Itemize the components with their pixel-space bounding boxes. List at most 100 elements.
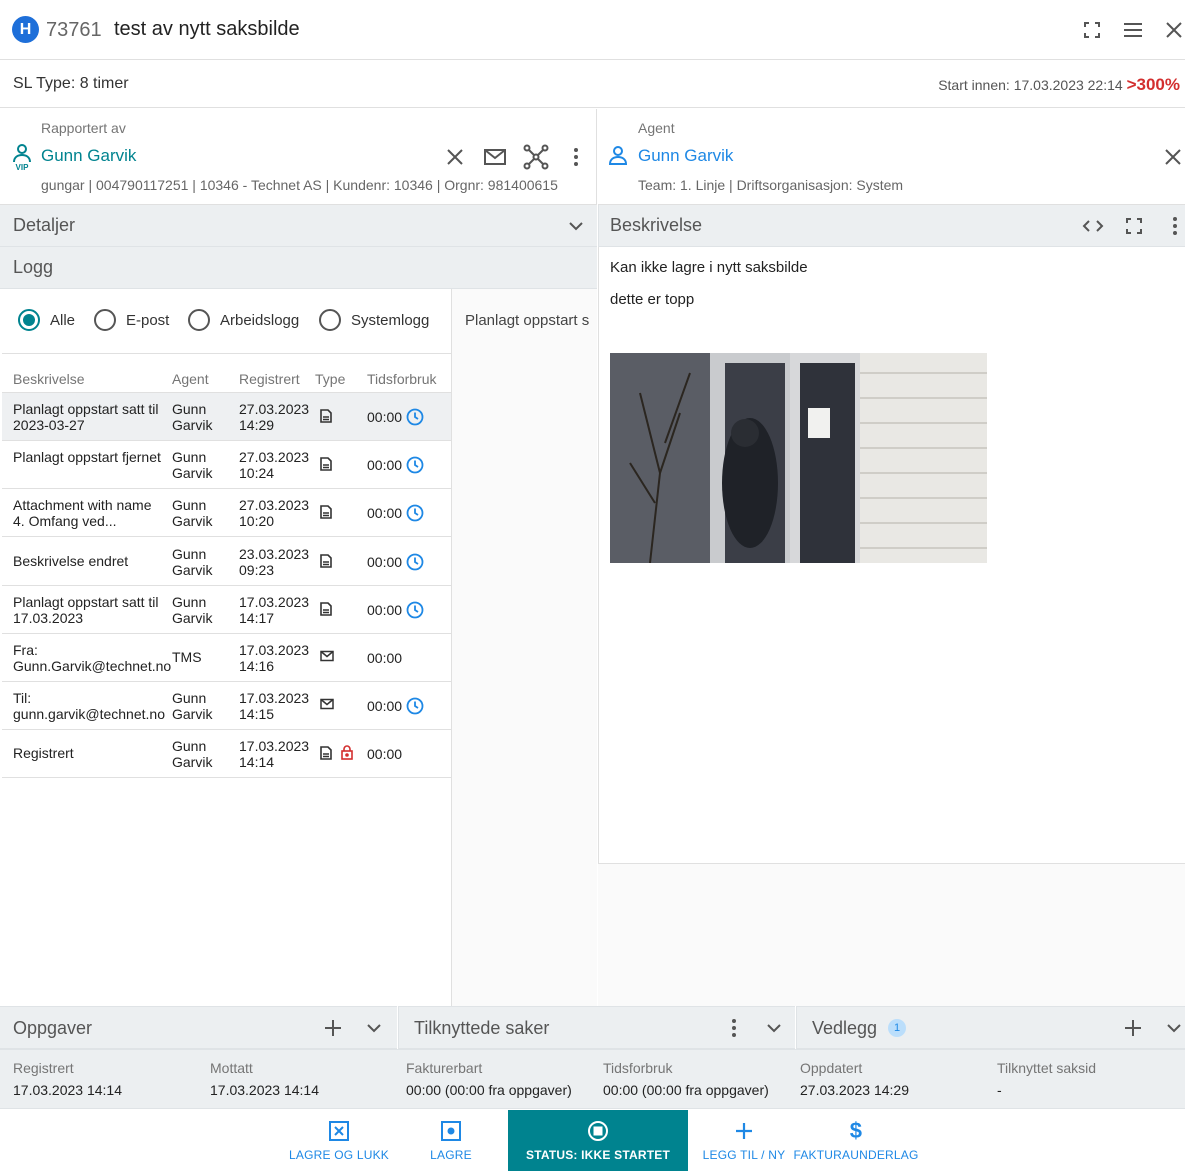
- description-more-icon[interactable]: [1165, 216, 1185, 236]
- add-new-button[interactable]: LEGG TIL / NY: [702, 1110, 786, 1171]
- add-task-icon[interactable]: [323, 1018, 343, 1038]
- radio-worklog[interactable]: [188, 309, 210, 331]
- stop-circle-icon: [588, 1120, 608, 1141]
- log-row-agent: Gunn Garvik: [172, 497, 213, 530]
- filter-email[interactable]: E-post: [94, 309, 188, 331]
- related-more-icon[interactable]: [724, 1018, 744, 1038]
- fullscreen-icon[interactable]: [1082, 20, 1102, 40]
- remove-reporter-icon[interactable]: [445, 147, 465, 167]
- more-vert-icon[interactable]: [566, 147, 586, 167]
- info-value: -: [997, 1082, 1002, 1098]
- info-value: 00:00 (00:00 fra oppgaver): [406, 1082, 572, 1098]
- agent-name[interactable]: Gunn Garvik: [638, 146, 733, 166]
- clock-icon[interactable]: [406, 504, 424, 522]
- info-time-spent: Tidsforbruk 00:00 (00:00 fra oppgaver): [603, 1060, 769, 1098]
- email-icon[interactable]: [483, 147, 507, 167]
- info-linked-case: Tilknyttet saksid -: [997, 1060, 1096, 1098]
- radio-all[interactable]: [18, 309, 40, 331]
- log-row[interactable]: Planlagt oppstart fjernet Gunn Garvik 27.0…: [2, 441, 451, 490]
- invoice-basis-label: FAKTURAUNDERLAG: [793, 1147, 919, 1162]
- log-row[interactable]: Fra: Gunn.Garvik@technet.no TMS 17.03.2023…: [2, 634, 451, 682]
- agent-user-icon: [607, 145, 629, 165]
- radio-email[interactable]: [94, 309, 116, 331]
- save-and-close-button[interactable]: LAGRE OG LUKK: [285, 1110, 393, 1171]
- filter-worklog[interactable]: Arbeidslogg: [188, 309, 319, 331]
- attachments-chevron-down-icon[interactable]: [1165, 1020, 1183, 1036]
- log-row-time: 00:00: [367, 698, 403, 715]
- related-chevron-down-icon[interactable]: [765, 1020, 783, 1036]
- details-section-header[interactable]: Detaljer: [0, 205, 597, 247]
- log-row-description: Registrert: [13, 745, 74, 762]
- document-icon: [320, 505, 332, 520]
- network-icon[interactable]: [523, 144, 549, 170]
- case-title[interactable]: test av nytt saksbilde: [114, 18, 300, 41]
- log-row-description: Til: gunn.garvik@technet.no: [13, 690, 165, 723]
- log-row[interactable]: Til: gunn.garvik@technet.no Gunn Garvik 17…: [2, 682, 451, 731]
- description-section-header: Beskrivelse: [598, 205, 1185, 247]
- log-row-registered: 17.03.2023 14:16: [239, 642, 310, 674]
- log-row[interactable]: Planlagt oppstart satt til 2023-03-27 Gun…: [2, 393, 451, 441]
- related-cases-title: Tilknyttede saker: [414, 1018, 550, 1038]
- log-row-agent: TMS: [172, 649, 202, 665]
- filter-email-label: E-post: [126, 311, 170, 329]
- radio-systemlog[interactable]: [319, 309, 341, 331]
- tasks-chevron-down-icon[interactable]: [365, 1020, 383, 1036]
- plus-icon: [736, 1122, 752, 1139]
- filter-worklog-label: Arbeidslogg: [220, 311, 300, 329]
- col-registered[interactable]: Registrert: [239, 371, 300, 387]
- info-billable: Fakturerbart 00:00 (00:00 fra oppgaver): [406, 1060, 572, 1098]
- log-row-agent: Gunn Garvik: [172, 593, 213, 626]
- log-row-agent: Gunn Garvik: [172, 690, 213, 723]
- log-row[interactable]: Attachment with name 4. Omfang ved... Gun…: [2, 489, 451, 538]
- save-and-close-label: LAGRE OG LUKK: [289, 1147, 389, 1162]
- agent-details: Team: 1. Linje | Driftsorganisasjon: Sys…: [638, 177, 904, 193]
- filter-systemlog-label: Systemlogg: [351, 311, 430, 329]
- col-type[interactable]: Type: [315, 371, 345, 387]
- clock-icon[interactable]: [406, 553, 424, 571]
- details-title: Detaljer: [13, 215, 76, 235]
- start-deadline: Start innen: 17.03.2023 22:14 >300%: [938, 75, 1180, 95]
- status-button[interactable]: STATUS: IKKE STARTET: [508, 1110, 688, 1171]
- log-row[interactable]: Registrert Gunn Garvik 17.03.2023 14:14 00:…: [2, 730, 451, 779]
- menu-icon[interactable]: [1122, 20, 1144, 40]
- remove-agent-icon[interactable]: [1163, 147, 1183, 167]
- document-icon: [320, 601, 332, 616]
- invoice-basis-button[interactable]: $ FAKTURAUNDERLAG: [793, 1110, 919, 1171]
- col-description[interactable]: Beskrivelse: [13, 371, 85, 387]
- info-label: Tilknyttet saksid: [997, 1060, 1097, 1076]
- filter-all[interactable]: Alle: [18, 309, 94, 331]
- log-row[interactable]: Beskrivelse endret Gunn Garvik 23.03.2023 …: [2, 538, 451, 586]
- info-value: 17.03.2023 14:14: [13, 1082, 122, 1098]
- log-row-registered: 17.03.2023 14:15: [239, 690, 310, 723]
- clock-icon[interactable]: [406, 456, 424, 474]
- description-title: Beskrivelse: [610, 215, 703, 235]
- close-window-icon[interactable]: [1164, 20, 1184, 40]
- document-icon: [320, 746, 332, 761]
- clock-icon[interactable]: [406, 408, 424, 426]
- tasks-section-header[interactable]: Oppgaver: [0, 1006, 397, 1049]
- log-row-description: Attachment with name 4. Omfang ved...: [13, 497, 152, 530]
- col-time[interactable]: Tidsforbruk: [367, 371, 437, 387]
- save-button[interactable]: LAGRE: [420, 1110, 482, 1171]
- agent-panel: Agent Gunn Garvik Team: 1. Linje | Drift…: [598, 109, 1185, 205]
- attachments-section-header[interactable]: Vedlegg 1: [796, 1006, 1185, 1049]
- attachments-title: Vedlegg: [812, 1018, 878, 1038]
- reporter-name[interactable]: Gunn Garvik: [41, 146, 136, 166]
- clock-icon[interactable]: [406, 697, 424, 715]
- log-row[interactable]: Planlagt oppstart satt til 17.03.2023 Gun…: [2, 586, 451, 634]
- log-row-time: 00:00: [367, 409, 403, 425]
- col-agent[interactable]: Agent: [172, 371, 209, 387]
- related-cases-section-header[interactable]: Tilknyttede saker: [398, 1006, 795, 1049]
- clock-icon[interactable]: [406, 601, 424, 619]
- chevron-down-icon[interactable]: [567, 218, 585, 234]
- log-filter-group: Alle E-post Arbeidslogg Systemlogg: [18, 309, 429, 331]
- info-label: Mottatt: [210, 1060, 253, 1076]
- log-row-time: 00:00: [367, 601, 403, 618]
- log-title: Logg: [13, 257, 54, 277]
- add-attachment-icon[interactable]: [1123, 1018, 1143, 1038]
- description-content[interactable]: Kan ikke lagre i nytt saksbilde dette er…: [598, 247, 1185, 864]
- expand-description-icon[interactable]: [1124, 216, 1144, 236]
- filter-systemlog[interactable]: Systemlogg: [319, 309, 429, 331]
- save-close-icon: [329, 1120, 349, 1141]
- code-icon[interactable]: [1082, 217, 1104, 235]
